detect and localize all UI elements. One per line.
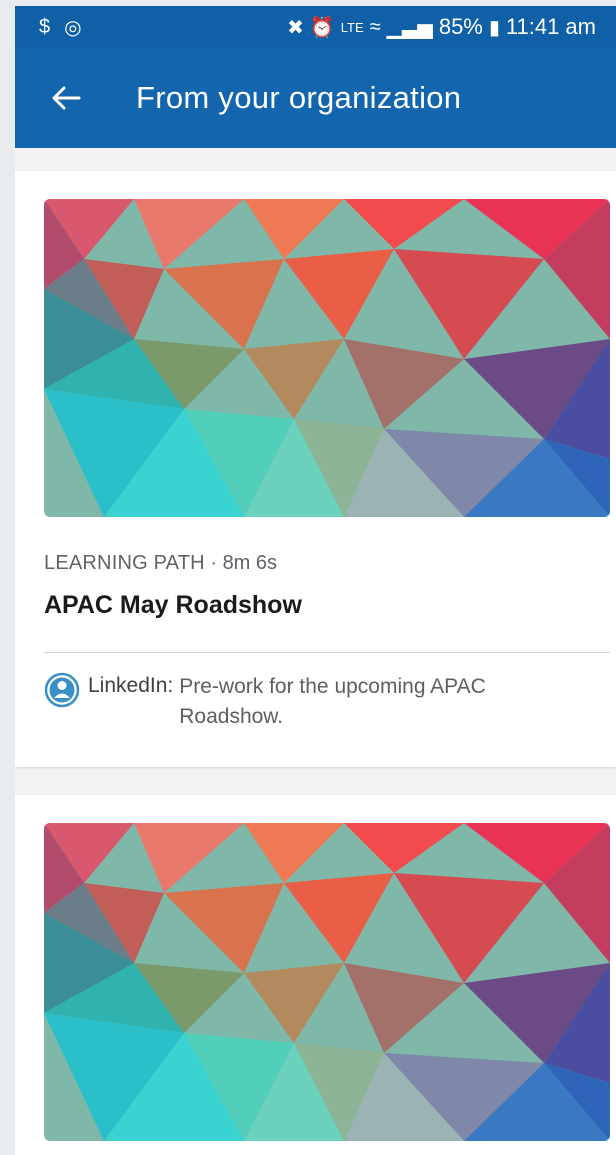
course-card[interactable]: LEARNING PATH · 8m 6s APAC May Roadshow …: [15, 171, 616, 767]
app-screen: $ ◎ ✖ ⏰ LTE ≈ ▁▃▅ 85% ▮ 11:41 am From yo…: [15, 6, 616, 1155]
course-thumbnail[interactable]: [44, 823, 610, 1141]
volte-icon: LTE: [340, 19, 364, 35]
status-bar-right: ✖ ⏰ LTE ≈ ▁▃▅ 85% ▮ 11:41 am: [287, 14, 596, 40]
content-type-label: LEARNING PATH: [44, 552, 205, 574]
course-thumbnail[interactable]: [44, 199, 610, 517]
clock: 11:41 am: [505, 14, 596, 39]
page-title: From your organization: [136, 80, 462, 115]
recommendation-message: Pre-work for the upcoming APAC Roadshow.: [179, 675, 486, 728]
recommender-name: LinkedIn:: [88, 674, 174, 697]
course-title[interactable]: APAC May Roadshow: [44, 591, 302, 620]
meta-separator: ·: [204, 552, 223, 574]
wifi-icon: ≈: [369, 15, 381, 38]
battery-icon: ▮: [488, 16, 500, 39]
status-bar-left: $ ◎: [39, 15, 82, 40]
sync-icon: ◎: [64, 16, 82, 39]
card-divider: [44, 652, 610, 653]
app-bar: From your organization: [15, 48, 616, 148]
recommendation: LinkedIn: Pre-work for the upcoming APAC…: [44, 672, 559, 732]
mute-icon: ✖: [287, 16, 304, 39]
back-button[interactable]: [48, 80, 84, 116]
battery-percent: 85%: [438, 14, 483, 39]
course-card[interactable]: [15, 795, 616, 1155]
user-avatar-icon: [44, 672, 80, 708]
alarm-icon: ⏰: [309, 16, 335, 39]
arrow-left-icon: [52, 86, 81, 110]
duration-label: 8m 6s: [222, 552, 278, 574]
usb-debug-icon: $: [39, 15, 51, 38]
course-meta: LEARNING PATH · 8m 6s: [44, 552, 277, 575]
signal-icon: ▁▃▅: [386, 16, 433, 39]
status-bar: $ ◎ ✖ ⏰ LTE ≈ ▁▃▅ 85% ▮ 11:41 am: [15, 6, 616, 48]
